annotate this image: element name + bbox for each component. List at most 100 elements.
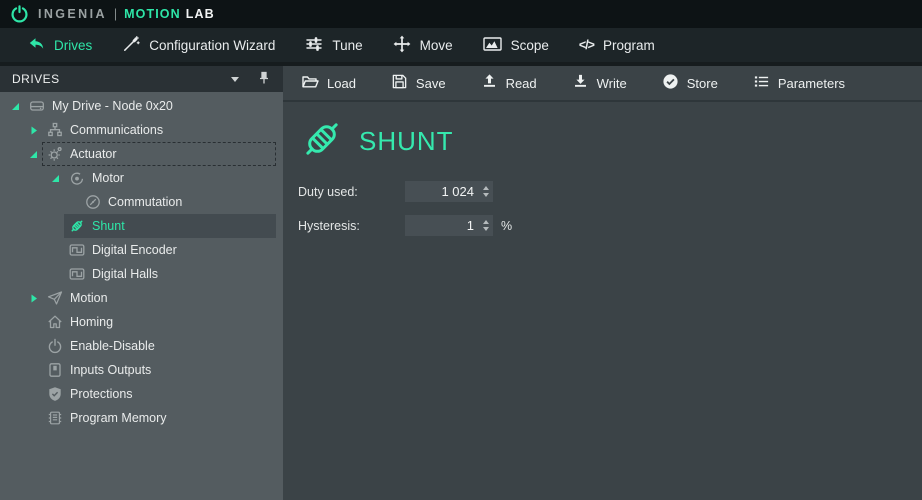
shield-icon — [47, 386, 63, 402]
pin-icon[interactable] — [257, 71, 271, 88]
tree-item-digital-encoder[interactable]: Digital Encoder — [0, 238, 283, 262]
drives-tree: My Drive - Node 0x20 C — [0, 92, 283, 500]
tree-item-label: Shunt — [92, 219, 125, 233]
gear-icon — [47, 146, 63, 162]
page-title: SHUNT — [359, 126, 454, 157]
tree-item-my-drive[interactable]: My Drive - Node 0x20 — [0, 94, 283, 118]
tree-item-label: Communications — [70, 123, 163, 137]
io-card-icon — [47, 362, 63, 378]
tree-item-label: Digital Encoder — [92, 243, 177, 257]
spin-up-icon[interactable] — [483, 220, 489, 224]
toolbar-button-label: Save — [416, 76, 446, 91]
duty-used-input[interactable] — [405, 181, 493, 202]
page-header: SHUNT — [298, 115, 922, 167]
tree-item-motor[interactable]: Motor — [0, 166, 283, 190]
brand-lab: LAB — [186, 7, 215, 21]
tree-item-digital-halls[interactable]: Digital Halls — [0, 262, 283, 286]
power-ring-icon — [10, 5, 29, 24]
brand-divider: | — [114, 7, 117, 21]
menu-item-label: Scope — [511, 38, 549, 53]
menu-item-program[interactable]: Program — [564, 28, 670, 62]
write-button[interactable]: Write — [562, 66, 637, 100]
main-panel: Load Save — [283, 66, 922, 500]
tree-item-label: Protections — [70, 387, 133, 401]
open-folder-icon — [301, 73, 319, 94]
sidebar-header: DRIVES — [0, 66, 283, 92]
tree-item-inputs-outputs[interactable]: Inputs Outputs — [0, 358, 283, 382]
hysteresis-input[interactable] — [405, 215, 493, 236]
save-button[interactable]: Save — [381, 66, 456, 100]
back-arrow-icon — [27, 35, 45, 56]
check-circle-icon — [662, 73, 679, 93]
collapse-caret-icon[interactable] — [231, 77, 239, 82]
menu-item-tune[interactable]: Tune — [290, 28, 377, 62]
motion-lab-window: INGENIA | MOTION LAB Drives Configuratio… — [0, 0, 922, 500]
tree-item-label: Motor — [92, 171, 124, 185]
menu-item-configuration-wizard[interactable]: Configuration Wizard — [107, 28, 290, 62]
paper-plane-icon — [47, 290, 63, 306]
duty-used-row: Duty used: — [298, 181, 922, 202]
spin-up-icon[interactable] — [483, 186, 489, 190]
toolbar-button-label: Read — [506, 76, 537, 91]
tree-item-program-memory[interactable]: Program Memory — [0, 406, 283, 430]
toolbar-button-label: Store — [687, 76, 718, 91]
tree-item-homing[interactable]: Homing — [0, 310, 283, 334]
tree-item-enable-disable[interactable]: Enable-Disable — [0, 334, 283, 358]
drive-icon — [29, 98, 45, 114]
resistor-icon — [69, 218, 85, 234]
parameters-button[interactable]: Parameters — [743, 66, 855, 100]
home-icon — [47, 314, 63, 330]
store-button[interactable]: Store — [652, 66, 728, 100]
spin-down-icon[interactable] — [483, 227, 489, 231]
drive-toolbar: Load Save — [283, 66, 922, 102]
move-arrows-icon — [393, 35, 411, 56]
toolbar-button-label: Write — [597, 76, 627, 91]
sliders-icon — [305, 35, 323, 56]
drives-sidebar: DRIVES — [0, 66, 283, 500]
menu-item-label: Configuration Wizard — [149, 38, 275, 53]
menu-item-label: Tune — [332, 38, 362, 53]
expand-toggle-icon[interactable] — [24, 125, 42, 136]
expand-toggle-icon[interactable] — [46, 173, 64, 184]
tree-item-label: Digital Halls — [92, 267, 158, 281]
toolbar-button-label: Load — [327, 76, 356, 91]
menu-item-label: Drives — [54, 38, 92, 53]
menu-item-label: Program — [603, 38, 655, 53]
tree-item-label: My Drive - Node 0x20 — [52, 99, 173, 113]
brand-motion: MOTION — [124, 7, 181, 21]
expand-toggle-icon[interactable] — [24, 293, 42, 304]
tree-item-label: Motion — [70, 291, 108, 305]
power-icon — [47, 338, 63, 354]
resistor-icon — [298, 115, 346, 168]
expand-toggle-icon[interactable] — [6, 101, 24, 112]
tree-item-commutation[interactable]: Commutation — [0, 190, 283, 214]
spinner-arrows — [483, 215, 489, 236]
duty-used-spinbox — [405, 181, 493, 202]
tree-item-label: Actuator — [70, 147, 117, 161]
menu-item-scope[interactable]: Scope — [468, 28, 564, 62]
motor-icon — [69, 170, 85, 186]
menu-item-label: Move — [420, 38, 453, 53]
tree-item-motion[interactable]: Motion — [0, 286, 283, 310]
brand-ingenia: INGENIA — [38, 7, 107, 21]
list-icon — [753, 73, 770, 93]
compass-icon — [85, 194, 101, 210]
load-button[interactable]: Load — [291, 66, 366, 100]
tree-item-shunt[interactable]: Shunt — [0, 214, 283, 238]
toolbar-button-label: Parameters — [778, 76, 845, 91]
sidebar-title: DRIVES — [12, 72, 60, 86]
tree-item-label: Commutation — [108, 195, 182, 209]
expand-toggle-icon[interactable] — [24, 149, 42, 160]
menu-item-drives[interactable]: Drives — [12, 28, 107, 62]
download-icon — [572, 73, 589, 93]
tree-item-label: Enable-Disable — [70, 339, 155, 353]
code-icon — [579, 38, 594, 52]
tree-item-protections[interactable]: Protections — [0, 382, 283, 406]
menu-item-move[interactable]: Move — [378, 28, 468, 62]
tree-item-communications[interactable]: Communications — [0, 118, 283, 142]
spin-down-icon[interactable] — [483, 193, 489, 197]
tree-item-label: Homing — [70, 315, 113, 329]
tree-item-actuator[interactable]: Actuator — [0, 142, 283, 166]
network-icon — [47, 122, 63, 138]
read-button[interactable]: Read — [471, 66, 547, 100]
